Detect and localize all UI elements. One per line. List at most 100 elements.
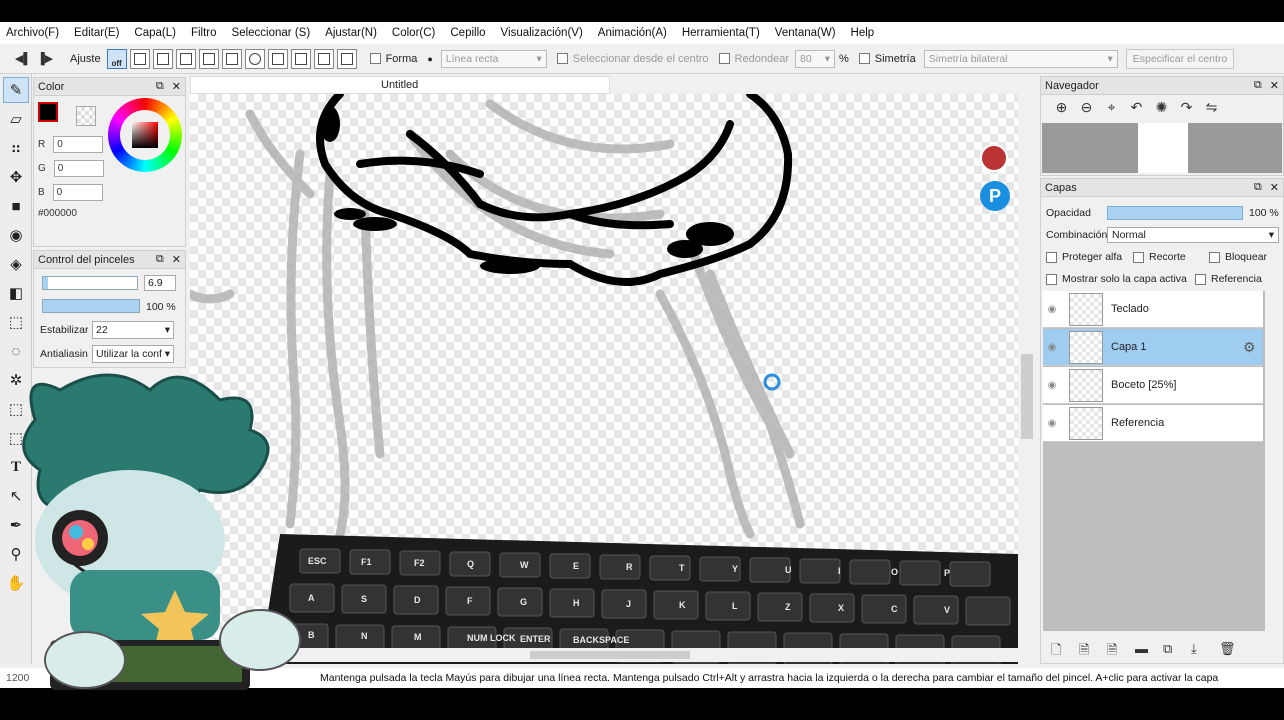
bucket-tool-icon[interactable]: ◈ — [3, 251, 29, 277]
snap-lines-icon[interactable] — [175, 48, 196, 69]
protect-alpha-checkbox[interactable] — [1046, 251, 1057, 263]
reference-option[interactable]: Referencia — [1195, 273, 1262, 285]
forma-select[interactable]: Línea recta ▾ — [440, 49, 547, 68]
lock-checkbox[interactable] — [1209, 251, 1220, 263]
simetria-checkbox[interactable] — [858, 53, 870, 64]
float-icon[interactable]: ⧉ — [156, 253, 164, 266]
menu-filtro[interactable]: Filtro — [191, 27, 217, 39]
snap-parallel-icon[interactable] — [129, 48, 150, 69]
blur-tool-icon[interactable]: ◉ — [3, 222, 29, 248]
close-icon[interactable]: ✕ — [1270, 79, 1279, 92]
zoom-out-icon[interactable]: ⊖ — [1074, 99, 1099, 116]
layer-opacity-slider[interactable] — [1107, 206, 1243, 220]
snap-off-button[interactable]: off — [106, 48, 127, 69]
float-icon[interactable]: ⧉ — [1254, 181, 1262, 194]
rect-select-tool-icon[interactable]: ⬚ — [3, 309, 29, 335]
redo-arrow-icon[interactable]: ▐▶ — [34, 52, 56, 65]
eye-icon[interactable]: ◉ — [1043, 380, 1061, 391]
snap-perspective-grid-icon[interactable] — [313, 48, 334, 69]
snap-diagonal-icon[interactable] — [198, 48, 219, 69]
menu-visualizacion[interactable]: Visualización(V) — [501, 27, 583, 39]
snap-circle-icon[interactable] — [244, 48, 265, 69]
close-icon[interactable]: ✕ — [1270, 181, 1279, 194]
canvas-tab[interactable]: Untitled — [190, 76, 610, 94]
r-input[interactable]: 0 — [53, 136, 104, 153]
blend-mode-select[interactable]: Normal ▾ — [1107, 227, 1279, 243]
brush-size-slider[interactable] — [42, 276, 138, 290]
merge-down-icon[interactable]: ⤓ — [1191, 641, 1219, 663]
layer-row[interactable]: ◉ Capa 1 ⚙ — [1043, 329, 1263, 366]
float-icon[interactable]: ⧉ — [156, 80, 164, 93]
menu-capa[interactable]: Capa(L) — [134, 27, 176, 39]
undo-arrow-icon[interactable]: ◀▌ — [12, 52, 34, 65]
redondear-input[interactable]: 80 ▾ — [794, 49, 835, 68]
clip-checkbox[interactable] — [1133, 251, 1144, 263]
menu-help[interactable]: Help — [851, 27, 875, 39]
menu-seleccionar[interactable]: Seleccionar (S) — [232, 27, 311, 39]
select-center-checkbox[interactable] — [556, 53, 568, 64]
dot-tool-icon[interactable]: ⠶ — [3, 135, 29, 161]
copy-layer-icon[interactable]: ⧉ — [1163, 641, 1191, 663]
new-layer-icon[interactable]: 🗋 — [1051, 641, 1079, 663]
eraser-tool-icon[interactable]: ▱ — [3, 106, 29, 132]
stabilizer-select[interactable]: 22 ▾ — [92, 321, 174, 339]
lock-option[interactable]: Bloquear — [1209, 251, 1267, 263]
vscroll-thumb[interactable] — [1021, 354, 1033, 439]
hscroll-thumb[interactable] — [530, 651, 690, 659]
menu-archivo[interactable]: Archivo(F) — [6, 27, 59, 39]
menu-ventana[interactable]: Ventana(W) — [775, 27, 836, 39]
zoom-fit-icon[interactable]: ⌖ — [1099, 99, 1124, 116]
eye-icon[interactable]: ◉ — [1043, 418, 1061, 429]
gradient-tool-icon[interactable]: ◧ — [3, 280, 29, 306]
menu-ajustar[interactable]: Ajustar(N) — [325, 27, 377, 39]
float-icon[interactable]: ⧉ — [1254, 79, 1262, 92]
layers-scrollbar[interactable] — [1265, 291, 1279, 631]
forma-checkbox[interactable] — [369, 53, 381, 64]
navigator-preview[interactable] — [1042, 123, 1282, 173]
redondear-checkbox[interactable] — [718, 53, 730, 64]
snap-perspective-icon[interactable] — [290, 48, 311, 69]
brush-opacity-slider[interactable] — [42, 299, 140, 313]
menu-editar[interactable]: Editar(E) — [74, 27, 119, 39]
canvas-vertical-scrollbar[interactable] — [1018, 94, 1036, 664]
especificar-centro-button[interactable]: Especificar el centro — [1125, 48, 1235, 69]
brush-tool-icon[interactable]: ✎ — [3, 77, 29, 103]
simetria-select[interactable]: Simetría bilateral ▾ — [923, 49, 1118, 68]
menu-color[interactable]: Color(C) — [392, 27, 435, 39]
menu-animacion[interactable]: Animación(A) — [598, 27, 667, 39]
rectangle-fill-tool-icon[interactable]: ■ — [3, 193, 29, 219]
protect-alpha-option[interactable]: Proteger alfa — [1046, 251, 1122, 263]
close-icon[interactable]: ✕ — [172, 253, 181, 266]
brush-size-input[interactable]: 6.9 — [144, 275, 176, 291]
delete-layer-icon[interactable]: 🗑 — [1219, 641, 1247, 663]
layer-row[interactable]: ◉ Boceto [25%] — [1043, 367, 1263, 404]
snap-curve-icon[interactable] — [267, 48, 288, 69]
snap-cross-icon[interactable] — [221, 48, 242, 69]
eye-icon[interactable]: ◉ — [1043, 342, 1061, 353]
show-active-checkbox[interactable] — [1046, 273, 1057, 285]
zoom-in-icon[interactable]: ⊕ — [1049, 99, 1074, 116]
snap-settings-icon[interactable] — [336, 48, 357, 69]
eye-icon[interactable]: ◉ — [1043, 304, 1061, 315]
saturation-square[interactable] — [132, 122, 158, 148]
new-vector-icon[interactable]: 🗎 — [1107, 641, 1135, 663]
reference-checkbox[interactable] — [1195, 273, 1206, 285]
foreground-color-swatch[interactable] — [38, 102, 58, 122]
rotate-left-icon[interactable]: ↶ — [1124, 99, 1149, 116]
new-raster-icon[interactable]: 🗎 — [1079, 641, 1107, 663]
menu-herramienta[interactable]: Herramienta(T) — [682, 27, 760, 39]
move-tool-icon[interactable]: ✥ — [3, 164, 29, 190]
menu-cepillo[interactable]: Cepillo — [450, 27, 485, 39]
show-active-option[interactable]: Mostrar solo la capa activa — [1046, 273, 1187, 285]
close-icon[interactable]: ✕ — [172, 80, 181, 93]
flip-icon[interactable]: ⇋ — [1199, 99, 1224, 116]
background-color-swatch[interactable] — [76, 106, 96, 126]
layer-row[interactable]: ◉ Referencia — [1043, 405, 1263, 442]
b-input[interactable]: 0 — [52, 184, 103, 201]
layer-row[interactable]: ◉ Teclado — [1043, 291, 1263, 328]
snap-grid-icon[interactable] — [152, 48, 173, 69]
g-input[interactable]: 0 — [53, 160, 104, 177]
reset-rotation-icon[interactable]: ✺ — [1149, 99, 1174, 116]
rotate-right-icon[interactable]: ↷ — [1174, 99, 1199, 116]
clip-option[interactable]: Recorte — [1133, 251, 1186, 263]
